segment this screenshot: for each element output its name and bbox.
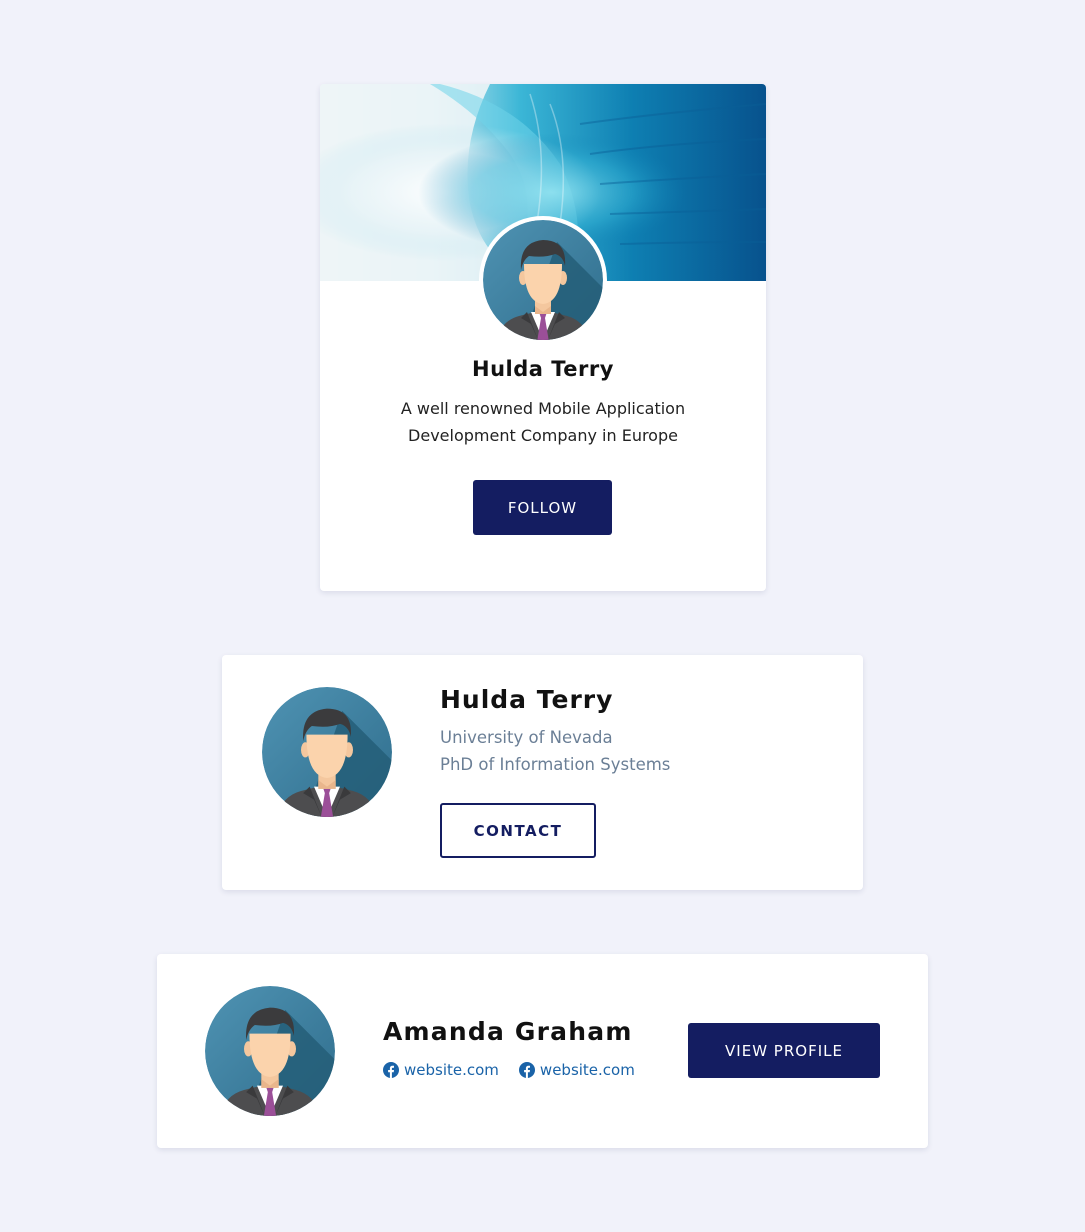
website-link[interactable]: website.com [383, 1061, 499, 1079]
facebook-icon [383, 1062, 399, 1078]
website-links: website.com website.com [383, 1061, 635, 1079]
profile-degree: PhD of Information Systems [440, 755, 671, 774]
profile-name: Amanda Graham [383, 1017, 633, 1046]
contact-button[interactable]: CONTACT [440, 803, 596, 858]
profile-card-cover: Hulda Terry A well renowned Mobile Appli… [320, 84, 766, 591]
profile-name: Hulda Terry [472, 357, 614, 381]
avatar [262, 687, 392, 817]
follow-button[interactable]: FOLLOW [473, 480, 612, 535]
website-link-label: website.com [404, 1061, 499, 1079]
website-link-label: website.com [539, 1061, 635, 1079]
view-profile-button[interactable]: VIEW PROFILE [688, 1023, 880, 1078]
avatar [483, 220, 603, 340]
profile-university: University of Nevada [440, 728, 613, 747]
website-link[interactable]: website.com [518, 1061, 635, 1079]
profile-card-wide: Amanda Graham website.com website.com VI… [157, 954, 928, 1148]
avatar [205, 986, 335, 1116]
profile-card-contact: Hulda Terry University of Nevada PhD of … [222, 655, 863, 890]
profile-description: A well renowned Mobile Application Devel… [400, 399, 686, 445]
facebook-icon [518, 1062, 535, 1078]
avatar-frame [479, 216, 607, 344]
profile-name: Hulda Terry [440, 685, 614, 714]
